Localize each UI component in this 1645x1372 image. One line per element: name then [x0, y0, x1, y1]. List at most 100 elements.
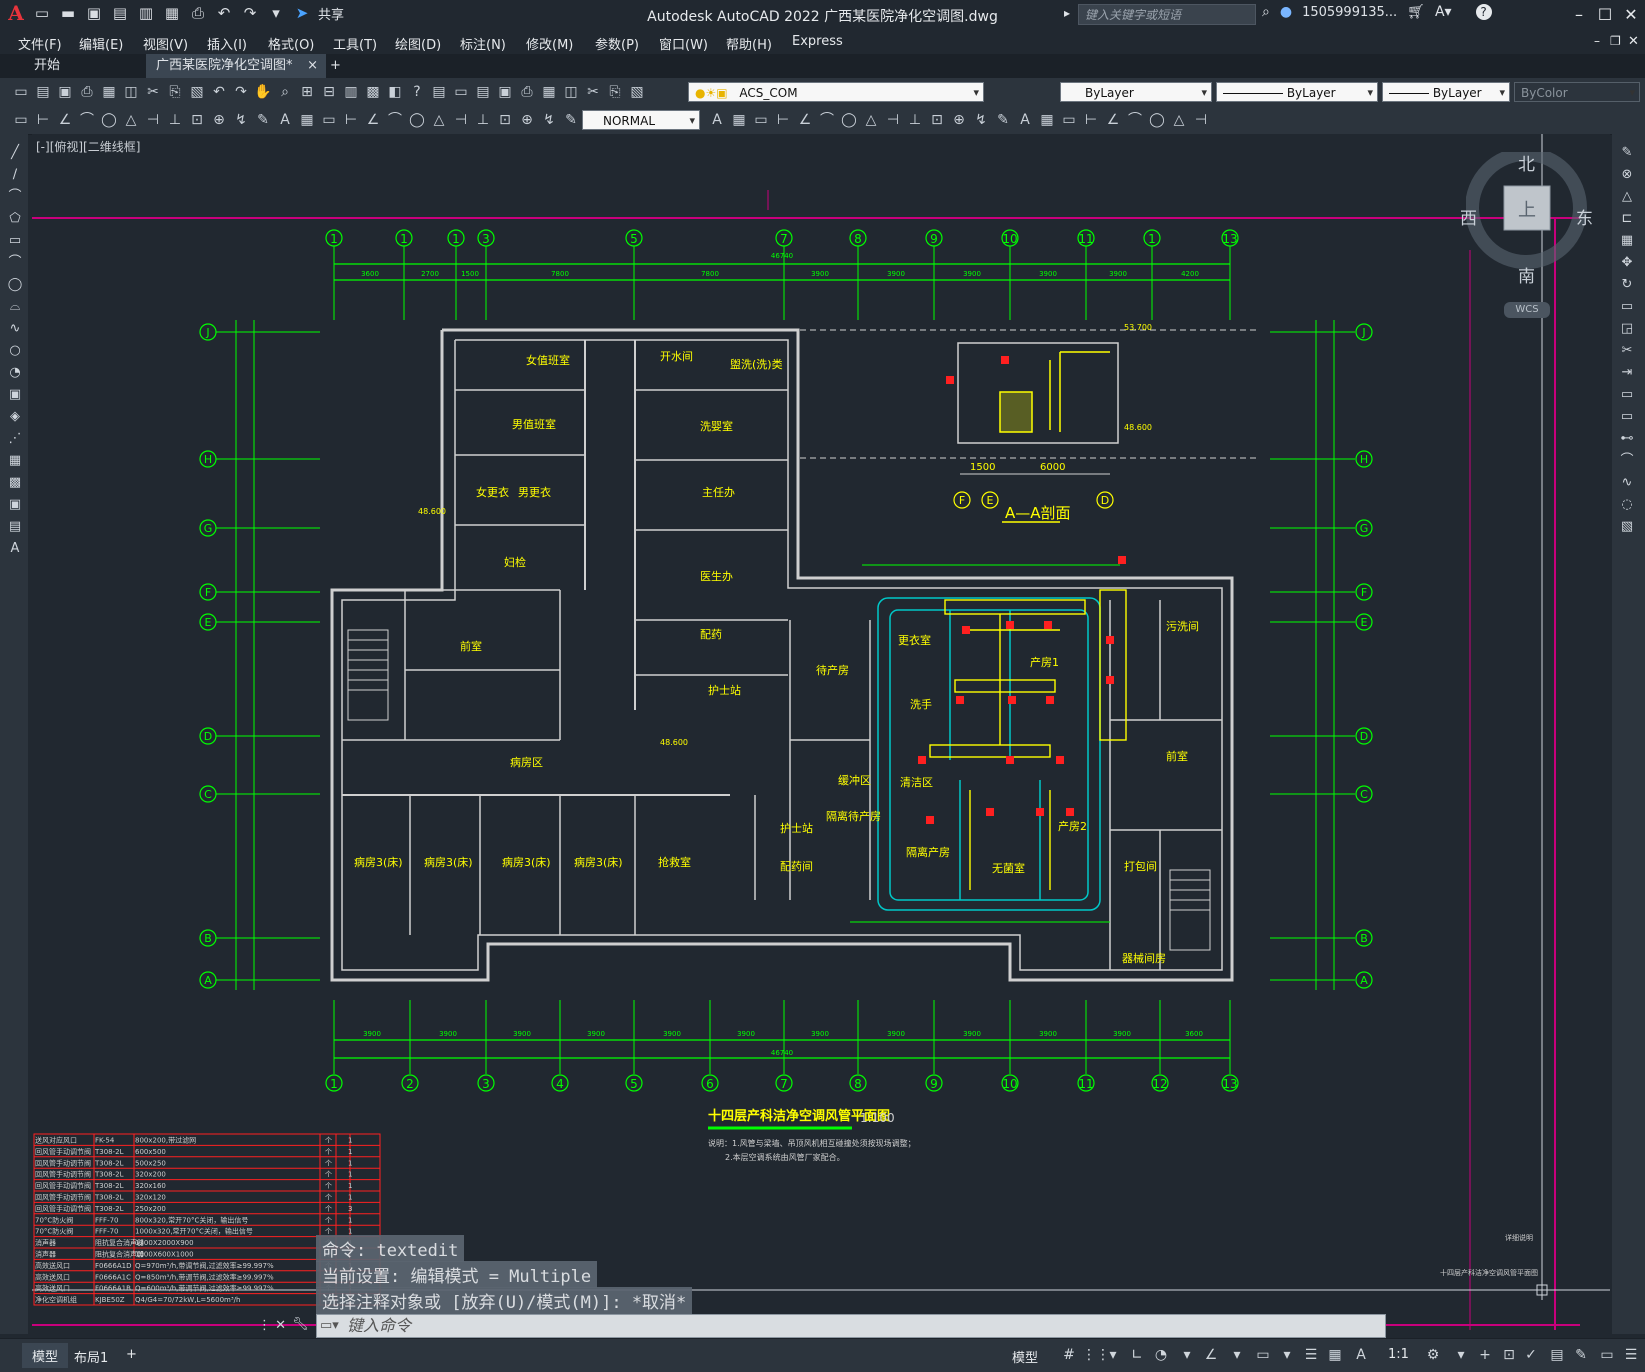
status-tool-11-icon[interactable]: ☰ — [1302, 1346, 1320, 1364]
menu-edit[interactable]: 编辑(E) — [79, 34, 123, 53]
status-tool-4-icon[interactable]: ∟ — [1128, 1346, 1146, 1364]
draw-tool-28-icon[interactable]: ▦ — [730, 111, 748, 129]
left-palette-1-icon[interactable]: ╱ — [6, 144, 24, 162]
status-tool-16-icon[interactable]: + — [1476, 1346, 1494, 1364]
draw-tool-12-icon[interactable]: ✎ — [254, 111, 272, 129]
right-palette-1-icon[interactable]: ✎ — [1618, 144, 1636, 162]
viewcube-south[interactable]: 南 — [1518, 262, 1535, 287]
standard-tool-14-icon[interactable]: ⊞ — [298, 83, 316, 101]
draw-tool-36-icon[interactable]: ⊥ — [906, 111, 924, 129]
right-palette-14-icon[interactable]: ⊷ — [1618, 430, 1636, 448]
layout-tab-model[interactable]: 模型 — [22, 1343, 69, 1368]
draw-tool-47-icon[interactable]: ◯ — [1148, 111, 1166, 129]
viewcube[interactable]: 北 南 东 西 上 — [1460, 147, 1593, 287]
status-tool-22-icon[interactable]: ☰ — [1622, 1346, 1640, 1364]
draw-tool-46-icon[interactable]: ⌒ — [1126, 111, 1144, 129]
standard-tool-9-icon[interactable]: ▧ — [188, 83, 206, 101]
minimize-icon[interactable]: – — [1566, 2, 1592, 28]
standard-tool-7-icon[interactable]: ✂ — [144, 83, 162, 101]
standard-tool-10-icon[interactable]: ↶ — [210, 83, 228, 101]
draw-tool-13-icon[interactable]: A — [276, 111, 294, 129]
menu-parametric[interactable]: 参数(P) — [595, 34, 639, 53]
command-wrench-icon[interactable]: 🔧︎ — [292, 1317, 309, 1332]
draw-tool-23-icon[interactable]: ⊡ — [496, 111, 514, 129]
right-palette-4-icon[interactable]: ⊏ — [1618, 210, 1636, 228]
right-palette-11-icon[interactable]: ⇥ — [1618, 364, 1636, 382]
right-palette-6-icon[interactable]: ✥ — [1618, 254, 1636, 272]
command-input[interactable]: 键入命令 — [316, 1314, 1386, 1338]
draw-tool-18-icon[interactable]: ⌒ — [386, 111, 404, 129]
right-palette-17-icon[interactable]: ◌ — [1618, 496, 1636, 514]
draw-tool-41-icon[interactable]: A — [1016, 111, 1034, 129]
command-prompt-icon[interactable]: ▭▾ — [320, 1318, 339, 1333]
draw-tool-32-icon[interactable]: ⌒ — [818, 111, 836, 129]
new-tab-button[interactable]: + — [320, 54, 351, 78]
user-name[interactable]: 1505999135... — [1302, 5, 1397, 20]
plotstyle-dropdown[interactable]: ByColor — [1514, 82, 1640, 103]
status-tool-18-icon[interactable]: ✓ — [1522, 1346, 1540, 1364]
draw-tool-19-icon[interactable]: ◯ — [408, 111, 426, 129]
menu-window[interactable]: 窗口(W) — [659, 34, 708, 53]
standard-tool-6-icon[interactable]: ◫ — [122, 83, 140, 101]
draw-tool-3-icon[interactable]: ∠ — [56, 111, 74, 129]
draw-tool-44-icon[interactable]: ⊢ — [1082, 111, 1100, 129]
draw-tool-15-icon[interactable]: ▭ — [320, 111, 338, 129]
text-style-dropdown[interactable]: NORMAL — [582, 110, 700, 131]
status-tool-13-icon[interactable]: A — [1352, 1346, 1370, 1364]
left-palette-10-icon[interactable]: ○ — [6, 342, 24, 360]
standard-tool-15-icon[interactable]: ⊟ — [320, 83, 338, 101]
standard-tool-18-icon[interactable]: ◧ — [386, 83, 404, 101]
user-icon[interactable]: ● — [1280, 4, 1292, 20]
autodesk-account-icon[interactable]: A▾ — [1435, 4, 1452, 20]
right-palette-5-icon[interactable]: ▦ — [1618, 232, 1636, 250]
standard-tool-28-icon[interactable]: ⎘ — [606, 83, 624, 101]
status-tool-9-icon[interactable]: ▭ — [1254, 1346, 1272, 1364]
doc-restore-icon[interactable]: ❐ — [1610, 34, 1621, 48]
status-tool-5-icon[interactable]: ◔ — [1152, 1346, 1170, 1364]
left-palette-5-icon[interactable]: ▭ — [6, 232, 24, 250]
status-tool-2-icon[interactable]: ⋮⋮ — [1082, 1346, 1110, 1364]
draw-tool-14-icon[interactable]: ▦ — [298, 111, 316, 129]
left-palette-4-icon[interactable]: ⬠ — [6, 210, 24, 228]
draw-tool-8-icon[interactable]: ⊥ — [166, 111, 184, 129]
layer-dropdown[interactable]: ●☀▣ ACS_COM — [688, 82, 984, 103]
menu-view[interactable]: 视图(V) — [143, 34, 188, 53]
standard-tool-16-icon[interactable]: ▥ — [342, 83, 360, 101]
left-palette-15-icon[interactable]: ▦ — [6, 452, 24, 470]
left-palette-13-icon[interactable]: ◈ — [6, 408, 24, 426]
left-palette-6-icon[interactable]: ⌒ — [6, 254, 24, 272]
draw-tool-30-icon[interactable]: ⊢ — [774, 111, 792, 129]
draw-tool-20-icon[interactable]: △ — [430, 111, 448, 129]
status-tool-17-icon[interactable]: ⊡ — [1500, 1346, 1518, 1364]
right-palette-2-icon[interactable]: ⊗ — [1618, 166, 1636, 184]
command-close-icon[interactable]: ⋮ ✕ — [258, 1318, 286, 1333]
draw-tool-43-icon[interactable]: ▭ — [1060, 111, 1078, 129]
draw-tool-5-icon[interactable]: ◯ — [100, 111, 118, 129]
doc-close-icon[interactable]: ✕ — [1628, 34, 1639, 49]
menu-dimension[interactable]: 标注(N) — [460, 34, 506, 53]
color-dropdown[interactable]: ByLayer — [1060, 82, 1212, 103]
viewcube-north[interactable]: 北 — [1518, 150, 1535, 175]
status-tool-14-icon[interactable]: ⚙ — [1424, 1346, 1442, 1364]
standard-tool-23-icon[interactable]: ▣ — [496, 83, 514, 101]
draw-tool-48-icon[interactable]: △ — [1170, 111, 1188, 129]
add-layout-button[interactable]: + — [126, 1347, 137, 1362]
status-tool-1-icon[interactable]: # — [1060, 1346, 1078, 1364]
close-icon[interactable]: ✕ — [1618, 2, 1644, 28]
left-palette-12-icon[interactable]: ▣ — [6, 386, 24, 404]
standard-tool-4-icon[interactable]: ⎙ — [78, 83, 96, 101]
standard-tool-12-icon[interactable]: ✋ — [254, 83, 272, 101]
menu-modify[interactable]: 修改(M) — [526, 34, 573, 53]
standard-tool-20-icon[interactable]: ▤ — [430, 83, 448, 101]
status-tool-10-icon[interactable]: ▾ — [1278, 1346, 1296, 1364]
left-palette-3-icon[interactable]: ⌒ — [6, 188, 24, 206]
standard-tool-19-icon[interactable]: ? — [408, 83, 426, 101]
doc-minimize-icon[interactable]: – — [1594, 34, 1600, 48]
right-palette-7-icon[interactable]: ↻ — [1618, 276, 1636, 294]
status-tool-3-icon[interactable]: ▾ — [1104, 1346, 1122, 1364]
search-icon[interactable]: ⌕ — [1262, 4, 1270, 20]
left-palette-19-icon[interactable]: A — [6, 540, 24, 558]
menu-express[interactable]: Express — [792, 34, 843, 49]
standard-tool-24-icon[interactable]: ⎙ — [518, 83, 536, 101]
standard-tool-11-icon[interactable]: ↷ — [232, 83, 250, 101]
